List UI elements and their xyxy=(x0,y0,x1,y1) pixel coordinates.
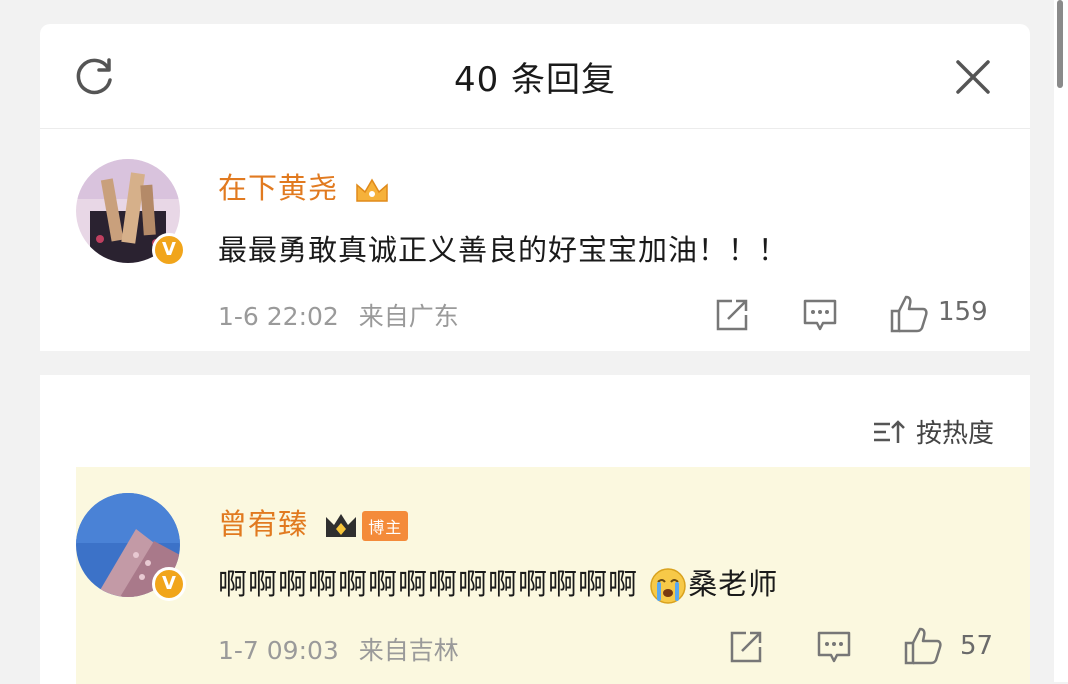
scrollbar-thumb[interactable] xyxy=(1057,0,1063,88)
comment-icon xyxy=(803,299,837,331)
crown-member-icon xyxy=(356,178,388,202)
crown-member-icon xyxy=(326,514,357,537)
reply-text-body: 啊啊啊啊啊啊啊啊啊啊啊啊啊啊 xyxy=(218,567,639,601)
sort-bar: 按热度 xyxy=(40,375,1030,467)
comment-location: 来自广东 xyxy=(358,302,459,331)
author-reply: V 曾宥臻 博主 啊啊啊啊啊啊啊啊啊啊啊啊啊啊 桑老师 1-7 09:03 来自… xyxy=(76,467,1030,684)
like-count: 159 xyxy=(938,297,988,327)
username-text: 曾宥臻 xyxy=(218,507,309,541)
reply-button[interactable] xyxy=(814,627,854,667)
share-icon xyxy=(730,631,762,663)
like-button[interactable] xyxy=(902,625,942,665)
reply-timestamp: 1-7 09:03 xyxy=(218,636,339,665)
sort-label: 按热度 xyxy=(915,419,994,449)
reply-meta: 1-7 09:03 来自吉林 xyxy=(218,631,459,667)
thumbs-up-icon xyxy=(890,295,928,333)
scrollbar[interactable] xyxy=(1054,0,1068,682)
close-icon xyxy=(956,60,990,94)
close-button[interactable] xyxy=(950,54,996,100)
repost-button[interactable] xyxy=(726,627,766,667)
thumbs-up-icon xyxy=(904,627,942,665)
sort-icon xyxy=(873,419,905,443)
repost-button[interactable] xyxy=(712,295,752,335)
reply-location: 来自吉林 xyxy=(358,636,459,665)
username-text: 在下黄尧 xyxy=(218,171,339,205)
verified-badge-icon: V xyxy=(152,567,186,601)
like-button[interactable] xyxy=(888,293,928,333)
reply-button[interactable] xyxy=(800,295,840,335)
comment-icon xyxy=(817,631,851,663)
sheet-header: 40 条回复 xyxy=(40,24,1030,129)
reply-username[interactable]: 曾宥臻 博主 xyxy=(218,501,409,543)
verified-badge-icon: V xyxy=(152,233,186,267)
reply-text: 啊啊啊啊啊啊啊啊啊啊啊啊啊啊 桑老师 xyxy=(218,561,778,606)
section-divider xyxy=(40,351,1030,375)
sort-toggle[interactable]: 按热度 xyxy=(872,413,994,450)
comment-text: 最最勇敢真诚正义善良的好宝宝加油！！！ xyxy=(218,233,789,267)
share-icon xyxy=(716,299,748,331)
author-tag: 博主 xyxy=(362,511,409,541)
comment-meta: 1-6 22:02 来自广东 xyxy=(218,297,459,333)
comment-username[interactable]: 在下黄尧 xyxy=(218,165,390,207)
comment-timestamp: 1-6 22:02 xyxy=(218,302,339,331)
page-title: 40 条回复 xyxy=(453,60,617,100)
replies-sheet: 40 条回复 V 在下黄尧 最最勇敢真诚正义善良的好宝宝加油！！！ 1-6 22… xyxy=(40,24,1030,684)
root-comment: V 在下黄尧 最最勇敢真诚正义善良的好宝宝加油！！！ 1-6 22:02 来自广… xyxy=(40,129,1030,351)
crying-face-icon xyxy=(650,568,686,604)
like-count: 57 xyxy=(960,631,994,661)
reply-text-suffix: 桑老师 xyxy=(688,567,779,601)
